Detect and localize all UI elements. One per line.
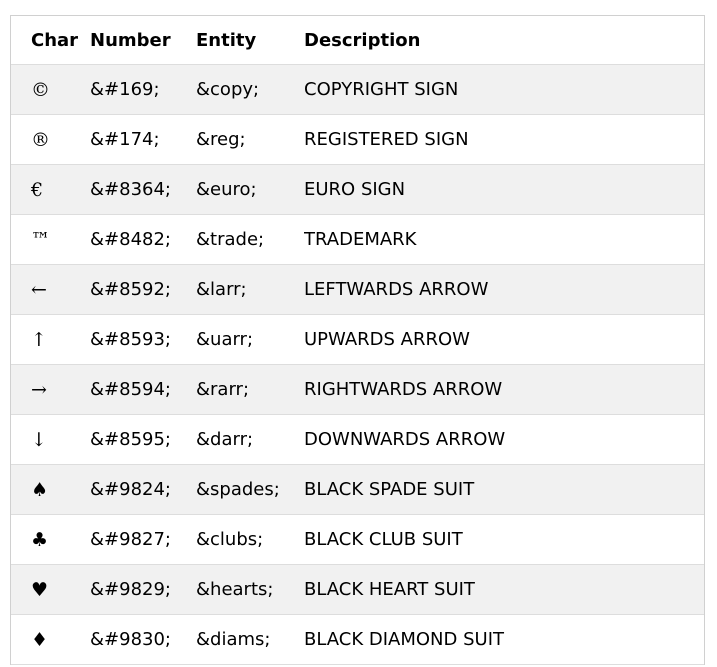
entity-cell: &spades;: [196, 464, 304, 515]
number-cell: &#8364;: [90, 164, 196, 215]
number-cell: &#8482;: [90, 214, 196, 265]
table-row: → &#8594; &rarr; RIGHTWARDS ARROW: [11, 364, 704, 415]
entity-cell: &rarr;: [196, 364, 304, 415]
table-row: ♥ &#9829; &hearts; BLACK HEART SUIT: [11, 564, 704, 615]
table-header-row: Char Number Entity Description: [11, 16, 704, 65]
number-cell: &#8594;: [90, 364, 196, 415]
entity-cell: &euro;: [196, 164, 304, 215]
char-cell: ™: [11, 214, 90, 265]
char-cell: →: [11, 364, 90, 415]
description-cell: BLACK SPADE SUIT: [304, 464, 704, 515]
number-cell: &#9830;: [90, 614, 196, 665]
number-cell: &#9827;: [90, 514, 196, 565]
number-cell: &#9824;: [90, 464, 196, 515]
table-row: ↓ &#8595; &darr; DOWNWARDS ARROW: [11, 414, 704, 465]
entity-cell: &hearts;: [196, 564, 304, 615]
char-cell: ↑: [11, 314, 90, 365]
char-cell: ←: [11, 264, 90, 315]
entity-cell: &uarr;: [196, 314, 304, 365]
description-cell: RIGHTWARDS ARROW: [304, 364, 704, 415]
entity-cell: &clubs;: [196, 514, 304, 565]
table-row: ← &#8592; &larr; LEFTWARDS ARROW: [11, 264, 704, 315]
description-cell: BLACK DIAMOND SUIT: [304, 614, 704, 665]
table-row: ♦ &#9830; &diams; BLACK DIAMOND SUIT: [11, 614, 704, 665]
table-row: ♠ &#9824; &spades; BLACK SPADE SUIT: [11, 464, 704, 515]
char-cell: ♦: [11, 614, 90, 665]
entity-cell: &reg;: [196, 114, 304, 165]
char-cell: €: [11, 164, 90, 215]
table-row: ® &#174; &reg; REGISTERED SIGN: [11, 114, 704, 165]
description-cell: EURO SIGN: [304, 164, 704, 215]
char-cell: ®: [11, 114, 90, 165]
entity-cell: &larr;: [196, 264, 304, 315]
table-body: © &#169; &copy; COPYRIGHT SIGN ® &#174; &reg; R…: [11, 64, 704, 665]
description-cell: BLACK CLUB SUIT: [304, 514, 704, 565]
entity-table: Char Number Entity Description © &#169; &c…: [11, 16, 704, 665]
table-row: € &#8364; &euro; EURO SIGN: [11, 164, 704, 215]
description-cell: COPYRIGHT SIGN: [304, 64, 704, 115]
number-cell: &#8592;: [90, 264, 196, 315]
number-cell: &#9829;: [90, 564, 196, 615]
number-cell: &#8595;: [90, 414, 196, 465]
description-cell: DOWNWARDS ARROW: [304, 414, 704, 465]
entity-cell: &darr;: [196, 414, 304, 465]
description-cell: UPWARDS ARROW: [304, 314, 704, 365]
description-cell: REGISTERED SIGN: [304, 114, 704, 165]
table-row: © &#169; &copy; COPYRIGHT SIGN: [11, 64, 704, 115]
number-cell: &#169;: [90, 64, 196, 115]
header-number: Number: [90, 16, 196, 65]
char-cell: ♠: [11, 464, 90, 515]
char-cell: ♥: [11, 564, 90, 615]
description-cell: BLACK HEART SUIT: [304, 564, 704, 615]
header-description: Description: [304, 16, 704, 65]
table-row: ♣ &#9827; &clubs; BLACK CLUB SUIT: [11, 514, 704, 565]
entity-table-container: Char Number Entity Description © &#169; &c…: [10, 15, 705, 665]
header-entity: Entity: [196, 16, 304, 65]
entity-cell: &copy;: [196, 64, 304, 115]
header-char: Char: [11, 16, 90, 65]
char-cell: ♣: [11, 514, 90, 565]
number-cell: &#8593;: [90, 314, 196, 365]
entity-cell: &diams;: [196, 614, 304, 665]
description-cell: TRADEMARK: [304, 214, 704, 265]
char-cell: ©: [11, 64, 90, 115]
description-cell: LEFTWARDS ARROW: [304, 264, 704, 315]
number-cell: &#174;: [90, 114, 196, 165]
char-cell: ↓: [11, 414, 90, 465]
table-row: ↑ &#8593; &uarr; UPWARDS ARROW: [11, 314, 704, 365]
entity-cell: &trade;: [196, 214, 304, 265]
table-row: ™ &#8482; &trade; TRADEMARK: [11, 214, 704, 265]
